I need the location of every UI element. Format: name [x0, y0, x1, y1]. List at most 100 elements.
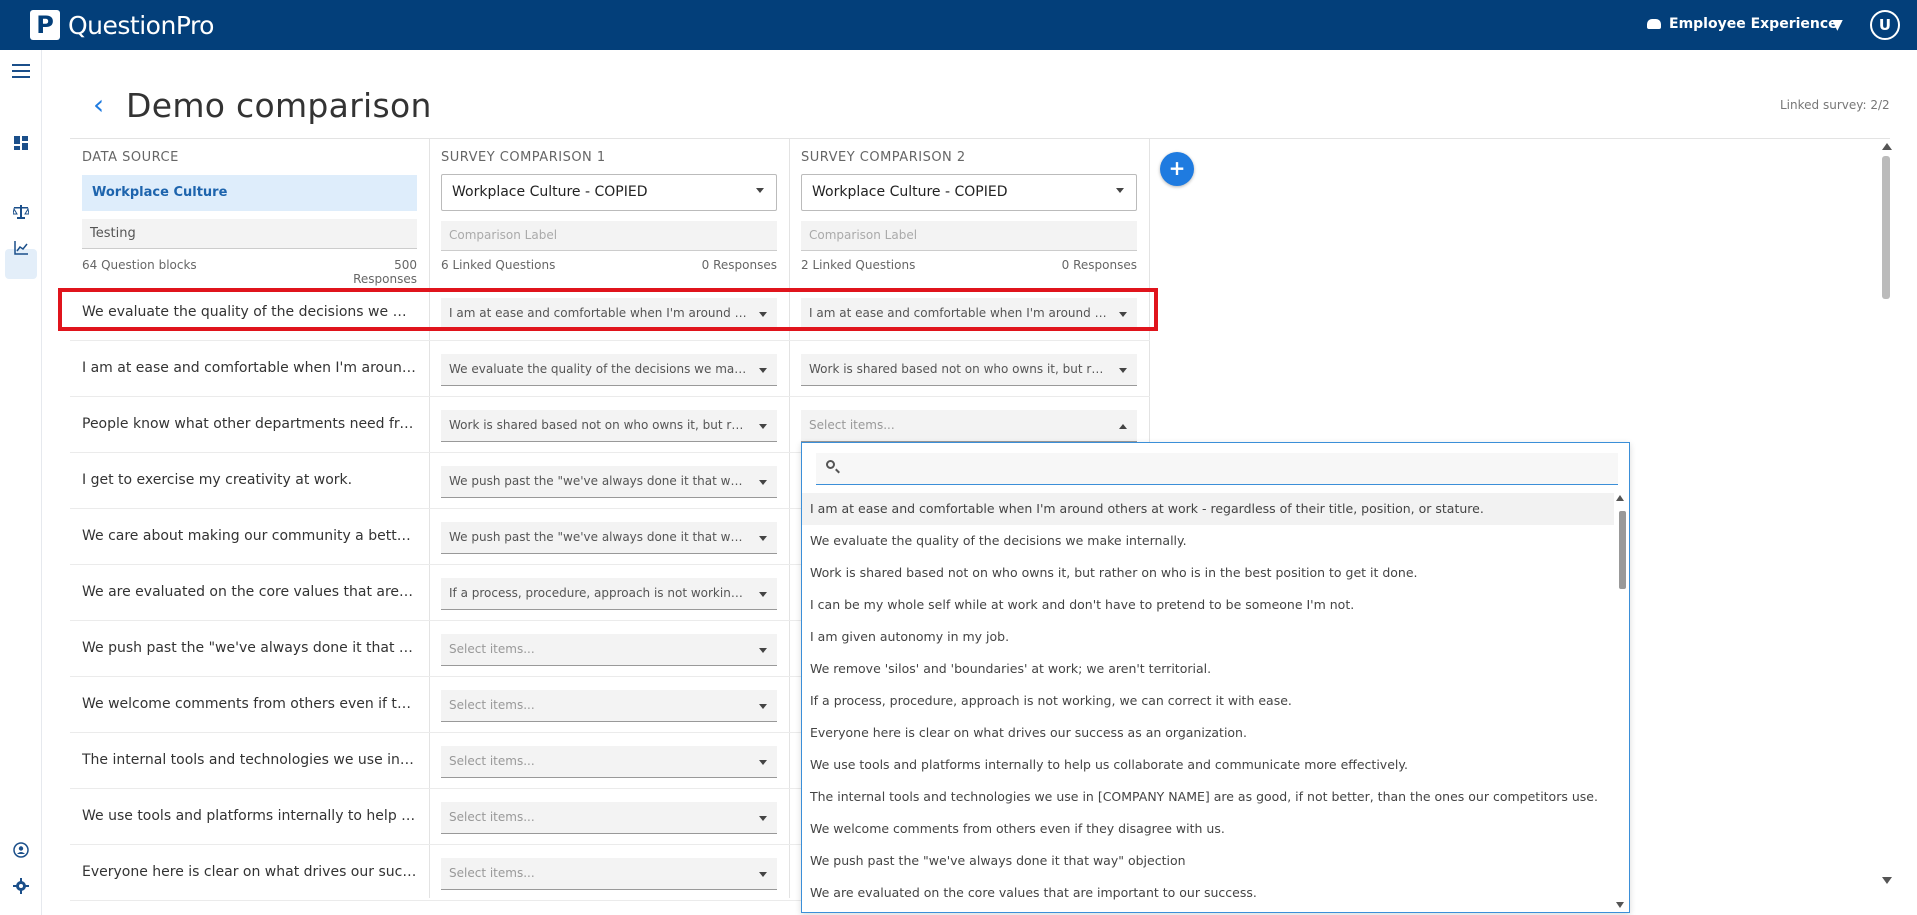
comparison-1-question-select[interactable]: Select items... — [441, 634, 777, 666]
compare-icon[interactable] — [12, 205, 30, 223]
linked-survey-count: Linked survey: 2/2 — [1780, 98, 1890, 112]
scroll-up-icon[interactable] — [1616, 495, 1624, 501]
dropdown-option[interactable]: We are evaluated on the core values that… — [802, 877, 1614, 909]
add-comparison-button[interactable]: + — [1160, 152, 1194, 186]
source-question: I am at ease and comfortable when I'm ar… — [82, 360, 417, 376]
comparison-1-question-select[interactable]: We evaluate the quality of the decisions… — [441, 354, 777, 386]
row-highlight-box — [58, 288, 1158, 331]
dropdown-option[interactable]: We use tools and platforms internally to… — [802, 749, 1614, 781]
caret-down-icon — [759, 760, 767, 765]
source-question: We care about making our community a bet… — [82, 528, 417, 544]
comparison-1-question-select[interactable]: Select items... — [441, 690, 777, 722]
source-question: We welcome comments from others even if … — [82, 696, 417, 712]
select-value: Work is shared based not on who owns it,… — [449, 418, 777, 432]
top-bar: P QuestionPro Employee Experience ▼ U — [0, 0, 1917, 50]
data-source-header: DATA SOURCE — [82, 150, 179, 165]
source-question: We use tools and platforms internally to… — [82, 808, 417, 824]
questionpro-logo[interactable]: P — [30, 10, 60, 40]
page-scroll-down-icon[interactable] — [1882, 877, 1892, 884]
data-source-survey[interactable]: Workplace Culture — [82, 175, 417, 211]
caret-down-icon — [759, 480, 767, 485]
comparison-1-question-select[interactable]: Select items... — [441, 802, 777, 834]
source-question: We are evaluated on the core values that… — [82, 584, 417, 600]
dropdown-search-input[interactable] — [816, 453, 1618, 485]
source-question: Everyone here is clear on what drives ou… — [82, 864, 417, 880]
caret-down-icon — [759, 648, 767, 653]
select-placeholder: Select items... — [449, 642, 535, 656]
caret-down-icon — [759, 424, 767, 429]
select-value: We push past the "we've always done it t… — [449, 474, 777, 488]
comparison-1-question-select[interactable]: We push past the "we've always done it t… — [441, 522, 777, 554]
dropdown-option[interactable]: We remove 'silos' and 'boundaries' at wo… — [802, 653, 1614, 685]
comparison-1-survey-select[interactable]: Workplace Culture - COPIED — [441, 174, 777, 211]
comparison-1-header: SURVEY COMPARISON 1 — [441, 150, 606, 165]
caret-down-icon — [1119, 368, 1127, 373]
dropdown-option[interactable]: We push past the "we've always done it t… — [802, 845, 1614, 877]
caret-down-icon — [756, 188, 764, 193]
caret-up-icon — [1119, 424, 1127, 429]
gear-icon[interactable] — [12, 878, 30, 896]
dropdown-option[interactable]: We evaluate the quality of the decisions… — [802, 525, 1614, 557]
comparison-1-question-select[interactable]: We push past the "we've always done it t… — [441, 466, 777, 498]
comparison-1-responses: 0 Responses — [701, 258, 777, 272]
dropdown-option[interactable]: I am at ease and comfortable when I'm ar… — [802, 493, 1614, 525]
caret-down-icon — [1116, 188, 1124, 193]
dropdown-option[interactable]: I am given autonomy in my job. — [802, 621, 1614, 653]
page-scroll-up-icon[interactable] — [1882, 143, 1892, 150]
comparison-2-question-select[interactable]: Select items... — [801, 410, 1137, 442]
source-question: People know what other departments need … — [82, 416, 417, 432]
dropdown-scrollbar-thumb[interactable] — [1619, 511, 1626, 589]
cloud-icon — [1647, 19, 1661, 29]
comparison-1-question-select[interactable]: Select items... — [441, 858, 777, 890]
comparison-2-linked-questions: 2 Linked Questions — [801, 258, 916, 272]
comparison-2-label-field[interactable]: Comparison Label — [801, 221, 1137, 251]
comparison-1-linked-questions: 6 Linked Questions — [441, 258, 556, 272]
select-value: We push past the "we've always done it t… — [449, 530, 777, 544]
user-avatar[interactable]: U — [1870, 10, 1900, 40]
dropdown-option[interactable]: If a process, procedure, approach is not… — [802, 685, 1614, 717]
question-dropdown-list[interactable]: I am at ease and comfortable when I'm ar… — [801, 442, 1630, 913]
caret-down-icon — [759, 592, 767, 597]
source-question: I get to exercise my creativity at work. — [82, 472, 353, 488]
comparison-1-question-select[interactable]: If a process, procedure, approach is not… — [441, 578, 777, 610]
select-placeholder: Select items... — [449, 866, 535, 880]
comparison-2-survey-value: Workplace Culture - COPIED — [812, 184, 1008, 200]
comparison-1-question-select[interactable]: Work is shared based not on who owns it,… — [441, 410, 777, 442]
product-caret-icon[interactable]: ▼ — [1832, 17, 1843, 33]
comparison-1-survey-value: Workplace Culture - COPIED — [452, 184, 648, 200]
caret-down-icon — [759, 816, 767, 821]
back-arrow-icon[interactable]: ‹ — [93, 90, 104, 120]
comparison-2-responses: 0 Responses — [1061, 258, 1137, 272]
comparison-1-question-select[interactable]: Select items... — [441, 746, 777, 778]
data-source-responses: 500 Responses — [353, 258, 417, 286]
dropdown-option[interactable]: We welcome comments from others even if … — [802, 813, 1614, 845]
product-switcher[interactable]: Employee Experience — [1647, 16, 1838, 32]
data-source-label-field[interactable]: Testing — [82, 219, 417, 249]
dropdown-option[interactable]: I can be my whole self while at work and… — [802, 589, 1614, 621]
page-scrollbar-thumb[interactable] — [1882, 156, 1890, 299]
comparison-1-label-field[interactable]: Comparison Label — [441, 221, 777, 251]
dropdown-option[interactable]: Work is shared based not on who owns it,… — [802, 557, 1614, 589]
chart-icon[interactable] — [12, 241, 30, 259]
comparison-2-survey-select[interactable]: Workplace Culture - COPIED — [801, 174, 1137, 211]
comparison-2-header: SURVEY COMPARISON 2 — [801, 150, 966, 165]
scroll-down-icon[interactable] — [1616, 902, 1624, 908]
dropdown-option[interactable]: Everyone here is clear on what drives ou… — [802, 717, 1614, 749]
page-title: Demo comparison — [126, 86, 432, 125]
select-placeholder: Select items... — [449, 754, 535, 768]
dropdown-option[interactable]: The internal tools and technologies we u… — [802, 781, 1614, 813]
select-placeholder: Select items... — [809, 418, 895, 432]
menu-icon[interactable] — [12, 64, 30, 82]
caret-down-icon — [759, 536, 767, 541]
dropdown-options: I am at ease and comfortable when I'm ar… — [802, 493, 1614, 909]
product-name: Employee Experience — [1669, 16, 1838, 32]
caret-down-icon — [759, 368, 767, 373]
source-question: We push past the "we've always done it t… — [82, 640, 417, 656]
user-shield-icon[interactable] — [12, 842, 30, 860]
comparison-2-question-select[interactable]: Work is shared based not on who owns it,… — [801, 354, 1137, 386]
select-placeholder: Select items... — [449, 810, 535, 824]
brand-name[interactable]: QuestionPro — [68, 11, 214, 40]
caret-down-icon — [759, 704, 767, 709]
caret-down-icon — [759, 872, 767, 877]
dashboard-icon[interactable] — [12, 136, 30, 154]
